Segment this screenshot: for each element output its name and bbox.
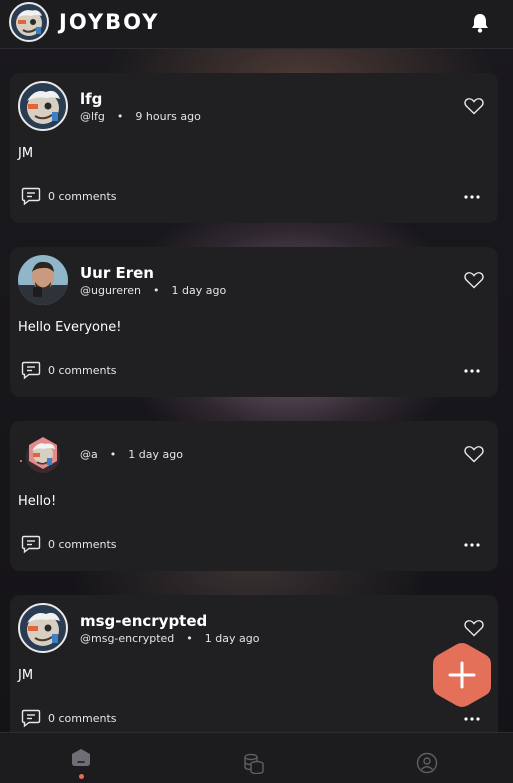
post-card[interactable]: Uur Eren @ugureren • 1 day ago Hello Every… bbox=[10, 247, 498, 397]
user-avatar[interactable] bbox=[18, 255, 68, 305]
nav-wallet[interactable] bbox=[224, 733, 284, 783]
post-timestamp: 1 day ago bbox=[171, 284, 227, 297]
post-body: JM bbox=[18, 668, 34, 683]
post-author-name[interactable]: lfg bbox=[80, 90, 102, 108]
comment-icon[interactable] bbox=[21, 535, 41, 554]
post-author-name[interactable]: Uur Eren bbox=[80, 264, 154, 282]
post-author-handle[interactable]: @a bbox=[80, 448, 98, 461]
post-body: Hello! bbox=[18, 494, 57, 509]
comments-count[interactable]: 0 comments bbox=[48, 364, 117, 377]
post-card[interactable]: msg-encrypted @msg-encrypted • 1 day ago J… bbox=[10, 595, 498, 745]
home-icon bbox=[72, 749, 90, 766]
comments-count[interactable]: 0 comments bbox=[48, 712, 117, 725]
nav-profile[interactable] bbox=[397, 733, 457, 783]
active-nav-indicator bbox=[79, 774, 84, 779]
post-body: JM bbox=[18, 146, 34, 161]
meta-separator: • bbox=[153, 284, 160, 297]
user-avatar[interactable] bbox=[18, 81, 68, 131]
post-author-handle[interactable]: @ugureren bbox=[80, 284, 141, 297]
more-options-icon[interactable] bbox=[464, 717, 480, 721]
heart-icon[interactable] bbox=[464, 445, 484, 463]
post-timestamp: 9 hours ago bbox=[135, 110, 201, 123]
comment-icon[interactable] bbox=[21, 709, 41, 728]
more-options-icon[interactable] bbox=[464, 543, 480, 547]
post-meta: @lfg • 9 hours ago bbox=[80, 110, 201, 123]
more-options-icon[interactable] bbox=[464, 369, 480, 373]
post-body: Hello Everyone! bbox=[18, 320, 122, 335]
post-meta: @ugureren • 1 day ago bbox=[80, 284, 226, 297]
post-author-name[interactable]: msg-encrypted bbox=[80, 612, 207, 630]
post-author-handle[interactable]: @lfg bbox=[80, 110, 105, 123]
comment-icon[interactable] bbox=[21, 361, 41, 380]
top-bar: JOYBOY bbox=[0, 0, 513, 49]
heart-icon[interactable] bbox=[464, 271, 484, 289]
comments-count[interactable]: 0 comments bbox=[48, 190, 117, 203]
heart-icon[interactable] bbox=[464, 97, 484, 115]
user-avatar[interactable] bbox=[18, 429, 68, 479]
user-avatar[interactable] bbox=[18, 603, 68, 653]
heart-icon[interactable] bbox=[464, 619, 484, 637]
bell-icon[interactable] bbox=[469, 12, 491, 34]
meta-separator: • bbox=[116, 110, 124, 123]
post-meta: @msg-encrypted • 1 day ago bbox=[80, 632, 259, 645]
brand-logo-text: JOYBOY bbox=[59, 10, 160, 34]
comment-icon[interactable] bbox=[21, 187, 41, 206]
logo-avatar[interactable] bbox=[9, 2, 49, 42]
bottom-nav bbox=[0, 732, 513, 783]
post-meta: @a • 1 day ago bbox=[80, 448, 183, 461]
post-timestamp: 1 day ago bbox=[204, 632, 260, 645]
meta-separator: • bbox=[109, 448, 117, 461]
create-post-button[interactable] bbox=[431, 641, 493, 709]
profile-icon bbox=[416, 752, 438, 774]
post-author-handle[interactable]: @msg-encrypted bbox=[80, 632, 174, 645]
coins-icon bbox=[244, 753, 264, 774]
comments-count[interactable]: 0 comments bbox=[48, 538, 117, 551]
more-options-icon[interactable] bbox=[464, 195, 480, 199]
post-card[interactable]: @a • 1 day ago Hello! 0 comments bbox=[10, 421, 498, 571]
post-card[interactable]: lfg @lfg • 9 hours ago JM 0 comments bbox=[10, 73, 498, 223]
meta-separator: • bbox=[186, 632, 193, 645]
post-timestamp: 1 day ago bbox=[128, 448, 183, 461]
